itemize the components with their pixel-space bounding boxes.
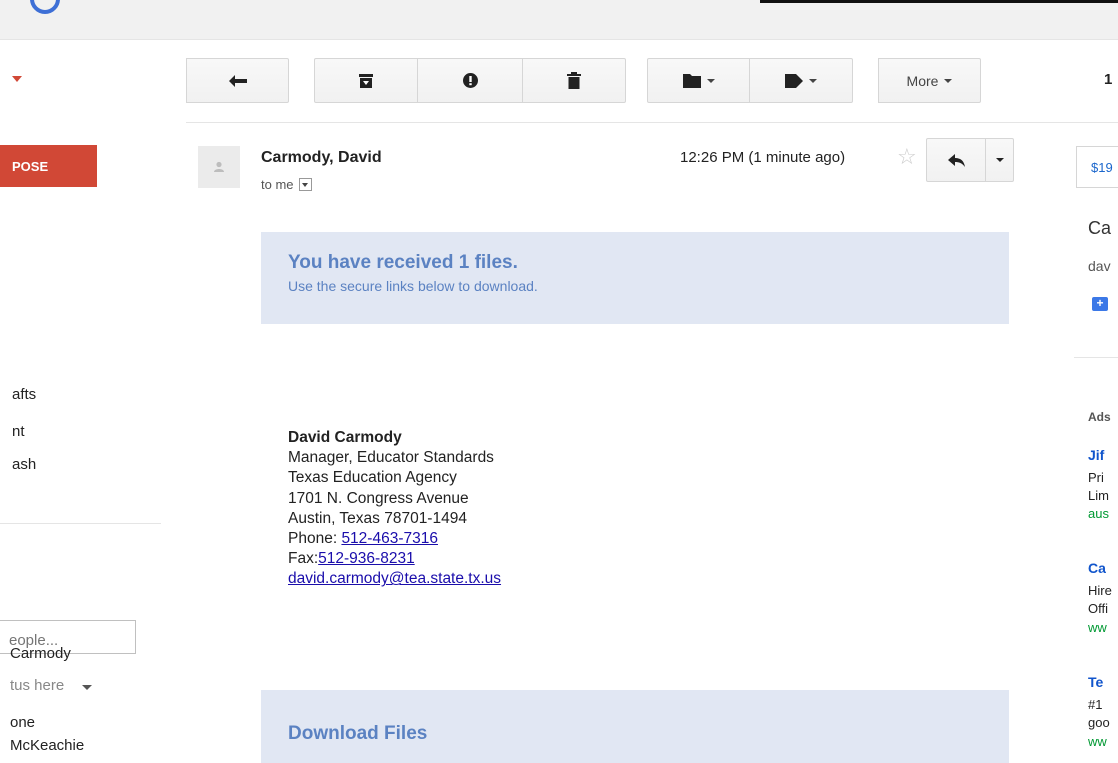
signature-email-row: david.carmody@tea.state.tx.us: [288, 569, 501, 589]
ad-url[interactable]: ww: [1088, 734, 1107, 749]
compose-label: POSE: [12, 158, 49, 174]
price-pill[interactable]: $19: [1076, 146, 1118, 188]
recipient-line: to me: [261, 177, 312, 192]
chat-status-text: tus here: [10, 677, 65, 694]
right-side-panel: $19 Ca dav + Ads Jif Pri Lim aus Ca Hire…: [1074, 0, 1118, 763]
email-signature: David Carmody Manager, Educator Standard…: [288, 428, 501, 590]
labels-button[interactable]: [749, 58, 853, 103]
more-button[interactable]: More: [878, 58, 981, 103]
message-toolbar: More 1: [0, 58, 1118, 103]
back-arrow-icon: [228, 74, 247, 87]
chat-self-name[interactable]: Carmody: [10, 645, 71, 662]
star-icon[interactable]: ☆: [897, 144, 917, 170]
download-files-banner: Download Files: [261, 690, 1009, 763]
reply-group: [926, 138, 1014, 182]
move-to-button[interactable]: [647, 58, 750, 103]
ad-line: goo: [1088, 715, 1110, 730]
archive-button[interactable]: [314, 58, 418, 103]
sidebar-divider: [0, 523, 161, 524]
toolbar-divider: [186, 122, 1118, 123]
ad-title[interactable]: Ca: [1088, 560, 1106, 576]
person-icon: [214, 161, 224, 172]
chevron-down-icon: [944, 78, 953, 83]
spam-icon: [462, 73, 478, 88]
avatar[interactable]: [198, 146, 240, 188]
email-link[interactable]: david.carmody@tea.state.tx.us: [288, 570, 501, 587]
signature-title: Manager, Educator Standards: [288, 449, 494, 467]
fax-link[interactable]: 512-936-8231: [318, 550, 415, 567]
banner-title: You have received 1 files.: [288, 252, 518, 273]
phone-link[interactable]: 512-463-7316: [341, 530, 438, 547]
signature-city: Austin, Texas 78701-1494: [288, 509, 467, 527]
compose-button[interactable]: POSE: [0, 145, 97, 187]
top-bar: [0, 0, 1118, 40]
ad-line: Lim: [1088, 488, 1109, 503]
label-tag-icon: [785, 73, 803, 88]
more-group: More: [878, 58, 981, 103]
chat-contact[interactable]: McKeachie: [10, 737, 84, 754]
signature-phone-row: Phone: 512-463-7316: [288, 529, 501, 549]
folder-icon: [682, 73, 701, 88]
chevron-down-icon: [809, 78, 817, 83]
archive-icon: [359, 73, 373, 88]
ad-url[interactable]: ww: [1088, 620, 1107, 635]
signature-name: David Carmody: [288, 429, 402, 446]
back-button[interactable]: [186, 58, 289, 103]
back-group: [186, 58, 289, 103]
window-edge: [760, 0, 1118, 3]
phone-label: Phone:: [288, 530, 342, 548]
message-timestamp: 12:26 PM (1 minute ago): [680, 149, 846, 166]
signature-street: 1701 N. Congress Avenue: [288, 489, 469, 507]
more-button-label: More: [906, 72, 939, 89]
chat-contact[interactable]: one: [10, 714, 35, 731]
move-label-group: [647, 58, 853, 103]
chevron-down-icon: [706, 78, 715, 83]
sidebar-item-drafts[interactable]: afts: [12, 386, 36, 403]
sidebar-item-trash[interactable]: ash: [12, 456, 36, 473]
chat-status-selector[interactable]: tus here: [10, 677, 93, 694]
fax-label: Fax:: [288, 550, 319, 568]
chevron-down-icon: [302, 182, 309, 187]
ad-url[interactable]: aus: [1088, 506, 1109, 521]
ad-line: Hire: [1088, 583, 1112, 598]
right-panel-divider: [1074, 357, 1118, 358]
contact-card-email: dav: [1088, 258, 1111, 274]
banner-subtitle: Use the secure links below to download.: [288, 278, 538, 294]
reply-button[interactable]: [926, 138, 986, 182]
trash-icon: [567, 72, 581, 89]
ads-label: Ads: [1088, 410, 1111, 424]
google-logo-icon[interactable]: [23, 0, 67, 21]
ad-title[interactable]: Te: [1088, 674, 1103, 690]
ad-line: #1: [1088, 697, 1103, 712]
delete-button[interactable]: [522, 58, 626, 103]
action-group: [314, 58, 626, 103]
ad-line: Offi: [1088, 601, 1108, 616]
chevron-down-icon: [995, 158, 1004, 162]
show-details-button[interactable]: [298, 178, 312, 191]
ad-line: Pri: [1088, 470, 1104, 485]
signature-fax-row: Fax:512-936-8231: [288, 549, 501, 569]
reply-arrow-icon: [947, 153, 965, 167]
sidebar-item-sent[interactable]: nt: [12, 423, 25, 440]
download-files-title[interactable]: Download Files: [288, 723, 1009, 745]
sender-name[interactable]: Carmody, David: [261, 149, 382, 167]
contact-card-name: Ca: [1088, 218, 1112, 238]
select-dropdown-arrow-icon[interactable]: [12, 76, 22, 82]
chevron-down-icon: [82, 685, 93, 690]
files-received-banner: You have received 1 files. Use the secur…: [261, 232, 1009, 324]
reply-more-button[interactable]: [985, 138, 1014, 182]
add-chat-icon[interactable]: +: [1092, 297, 1108, 311]
recipient-text: to me: [261, 177, 294, 192]
ad-title[interactable]: Jif: [1088, 447, 1104, 463]
report-spam-button[interactable]: [417, 58, 523, 103]
signature-agency: Texas Education Agency: [288, 469, 457, 487]
